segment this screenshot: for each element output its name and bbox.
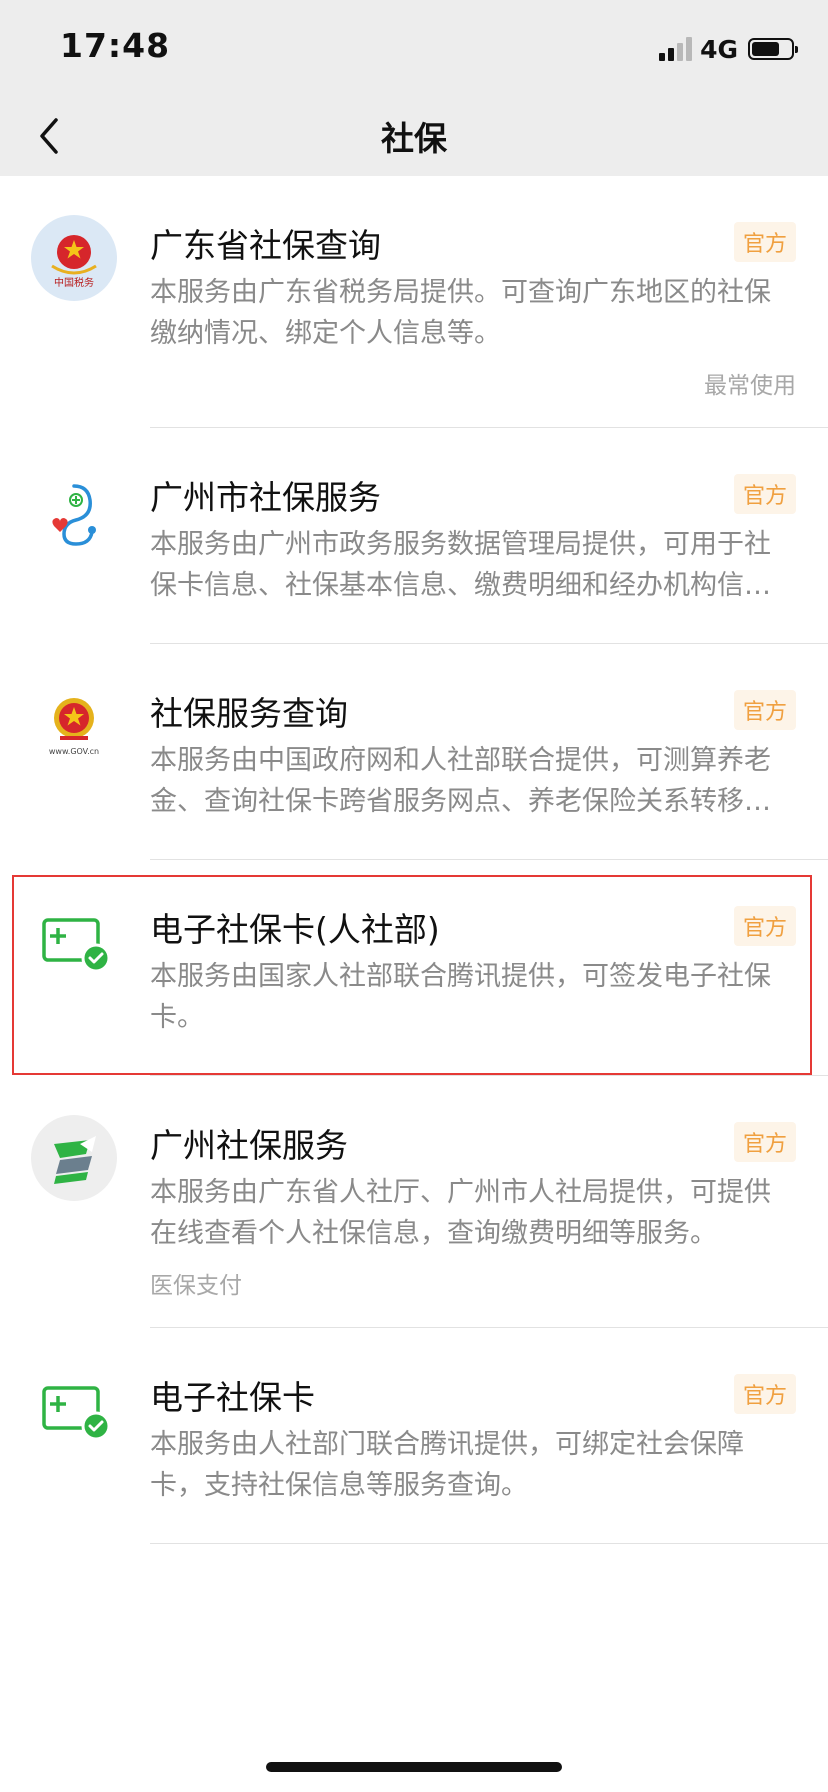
list-item-e-social-card-mohrss[interactable]: 电子社保卡(人社部) 官方 本服务由国家人社部联合腾讯提供，可签发电子社保卡。 bbox=[0, 860, 828, 1076]
signal-icon bbox=[659, 37, 693, 61]
china-tax-emblem-icon: 中国税务 bbox=[31, 215, 117, 301]
page-title: 社保 bbox=[381, 119, 447, 158]
e-social-card-icon bbox=[42, 1386, 111, 1441]
item-title: 广东省社保查询 bbox=[150, 226, 381, 265]
item-tag: 最常使用 bbox=[704, 373, 796, 399]
item-description: 本服务由广州市政务服务数据管理局提供，可用于社保卡信息、社保基本信息、缴费明细和… bbox=[150, 529, 771, 601]
network-type: 4G bbox=[700, 34, 738, 64]
item-description: 本服务由国家人社部联合腾讯提供，可签发电子社保卡。 bbox=[150, 961, 771, 1033]
official-badge: 官方 bbox=[733, 690, 796, 730]
status-indicators: 4G bbox=[659, 34, 798, 64]
gov-url-text: www.GOV.cn bbox=[49, 747, 99, 756]
battery-icon bbox=[748, 38, 798, 60]
official-badge: 官方 bbox=[733, 222, 796, 262]
guangzhou-social-logo-icon bbox=[31, 1115, 117, 1201]
home-indicator bbox=[266, 1762, 562, 1772]
item-title: 广州社保服务 bbox=[150, 1126, 348, 1165]
item-description: 本服务由广东省人社厅、广州市人社局提供，可提供在线查看个人社保信息，查询缴费明细… bbox=[150, 1177, 771, 1249]
list-item-social-service-query[interactable]: www.GOV.cn 社保服务查询 官方 本服务由中国政府网和人社部联合提供，可… bbox=[0, 644, 828, 860]
nav-bar: 社保 bbox=[0, 96, 828, 176]
official-badge: 官方 bbox=[733, 1374, 796, 1414]
status-time: 17:48 bbox=[60, 26, 171, 65]
item-description: 本服务由广东省税务局提供。可查询广东地区的社保缴纳情况、绑定个人信息等。 bbox=[150, 277, 771, 349]
item-description: 本服务由人社部门联合腾讯提供，可绑定社会保障卡，支持社保信息等服务查询。 bbox=[150, 1429, 744, 1501]
item-title: 社保服务查询 bbox=[150, 694, 348, 733]
service-list: 中国税务 广东省社保查询 官方 本服务由广东省税务局提供。可查询广东地区的社保缴… bbox=[0, 176, 828, 1544]
page: 17:48 4G 社保 中国税务 广东省社保查询 官方 本服务由广东省税务局提供… bbox=[0, 0, 828, 1792]
official-badge: 官方 bbox=[733, 1122, 796, 1162]
status-bar: 17:48 4G bbox=[0, 0, 828, 96]
official-badge: 官方 bbox=[733, 474, 796, 514]
e-social-card-icon bbox=[42, 918, 111, 973]
item-tag: 医保支付 bbox=[150, 1273, 242, 1299]
list-item-guangzhou-social-service[interactable]: 广州社保服务 官方 本服务由广东省人社厅、广州市人社局提供，可提供在线查看个人社… bbox=[0, 1076, 828, 1328]
list-item-e-social-card[interactable]: 电子社保卡 官方 本服务由人社部门联合腾讯提供，可绑定社会保障卡，支持社保信息等… bbox=[0, 1328, 828, 1544]
official-badge: 官方 bbox=[733, 906, 796, 946]
list-item-guangdong-social-query[interactable]: 中国税务 广东省社保查询 官方 本服务由广东省税务局提供。可查询广东地区的社保缴… bbox=[0, 176, 828, 428]
divider bbox=[150, 1543, 828, 1544]
list-item-guangzhou-city-social-service[interactable]: 广州市社保服务 官方 本服务由广州市政务服务数据管理局提供，可用于社保卡信息、社… bbox=[0, 428, 828, 644]
national-emblem-icon: www.GOV.cn bbox=[49, 698, 99, 756]
item-description: 本服务由中国政府网和人社部联合提供，可测算养老金、查询社保卡跨省服务网点、养老保… bbox=[150, 745, 771, 817]
item-title: 电子社保卡(人社部) bbox=[150, 910, 440, 949]
tax-logo-text: 中国税务 bbox=[54, 276, 94, 289]
stethoscope-icon bbox=[52, 484, 96, 546]
item-title: 电子社保卡 bbox=[150, 1378, 315, 1417]
item-title: 广州市社保服务 bbox=[150, 478, 381, 517]
